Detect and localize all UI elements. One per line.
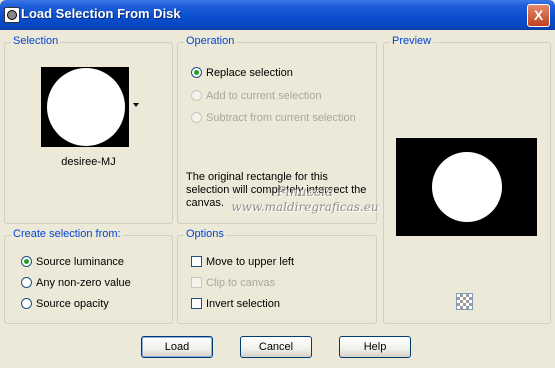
load-button[interactable]: Load [141, 336, 213, 358]
checkbox-label: Invert selection [206, 297, 280, 310]
checkbox-clip-to-canvas[interactable]: Clip to canvas [191, 275, 275, 290]
preview-group-label: Preview [390, 35, 434, 47]
radio-label: Add to current selection [206, 89, 322, 102]
preview-group: Preview [383, 35, 551, 324]
radio-subtract-from-selection[interactable]: Subtract from current selection [191, 110, 356, 125]
checkbox-label: Move to upper left [206, 255, 295, 268]
title-bar: Load Selection From Disk X [0, 0, 555, 30]
dropdown-arrow-icon[interactable] [133, 103, 139, 107]
options-group: Options Move to upper left Clip to canva… [177, 228, 377, 324]
create-selection-from-label: Create selection from: [11, 228, 123, 240]
selection-group: Selection desiree-MJ [4, 35, 173, 224]
close-button[interactable]: X [527, 4, 550, 27]
checkbox-label: Clip to canvas [206, 276, 276, 289]
radio-label: Source luminance [36, 255, 125, 268]
cancel-button[interactable]: Cancel [240, 336, 312, 358]
watermark-line-1: Pinuccia [276, 185, 334, 200]
operation-group-label: Operation [184, 35, 237, 47]
selection-file-name: desiree-MJ [61, 156, 116, 168]
radio-source-luminance[interactable]: Source luminance [21, 254, 124, 269]
radio-replace-selection[interactable]: Replace selection [191, 65, 293, 80]
radio-button[interactable] [191, 90, 202, 101]
radio-source-opacity[interactable]: Source opacity [21, 296, 109, 311]
radio-any-non-zero-value[interactable]: Any non-zero value [21, 275, 131, 290]
checkbox-invert-selection[interactable]: Invert selection [191, 296, 280, 311]
help-button[interactable]: Help [339, 336, 411, 358]
preview-circle-shape [432, 152, 502, 222]
radio-button[interactable] [21, 298, 32, 309]
radio-add-to-selection[interactable]: Add to current selection [191, 88, 322, 103]
checkerboard-icon[interactable] [456, 293, 473, 310]
checkbox[interactable] [191, 277, 202, 288]
radio-label: Replace selection [206, 66, 293, 79]
selection-thumbnail[interactable] [41, 67, 139, 147]
checkbox[interactable] [191, 256, 202, 267]
checkbox[interactable] [191, 298, 202, 309]
radio-label: Source opacity [36, 297, 109, 310]
preview-image [396, 138, 537, 236]
checkbox-move-to-upper-left[interactable]: Move to upper left [191, 254, 294, 269]
window-title: Load Selection From Disk [21, 6, 181, 21]
selection-group-label: Selection [11, 35, 61, 47]
radio-button[interactable] [191, 67, 202, 78]
radio-button[interactable] [21, 277, 32, 288]
radio-button[interactable] [21, 256, 32, 267]
app-icon[interactable] [4, 7, 20, 23]
radio-label: Subtract from current selection [206, 111, 356, 124]
options-group-label: Options [184, 228, 226, 240]
watermark: Pinuccia www.maldiregraficas.eu [205, 185, 405, 215]
selection-circle-shape [47, 68, 125, 146]
watermark-line-2: www.maldiregraficas.eu [231, 200, 379, 214]
create-selection-from-group: Create selection from: Source luminance … [4, 228, 173, 324]
radio-label: Any non-zero value [36, 276, 131, 289]
radio-button[interactable] [191, 112, 202, 123]
